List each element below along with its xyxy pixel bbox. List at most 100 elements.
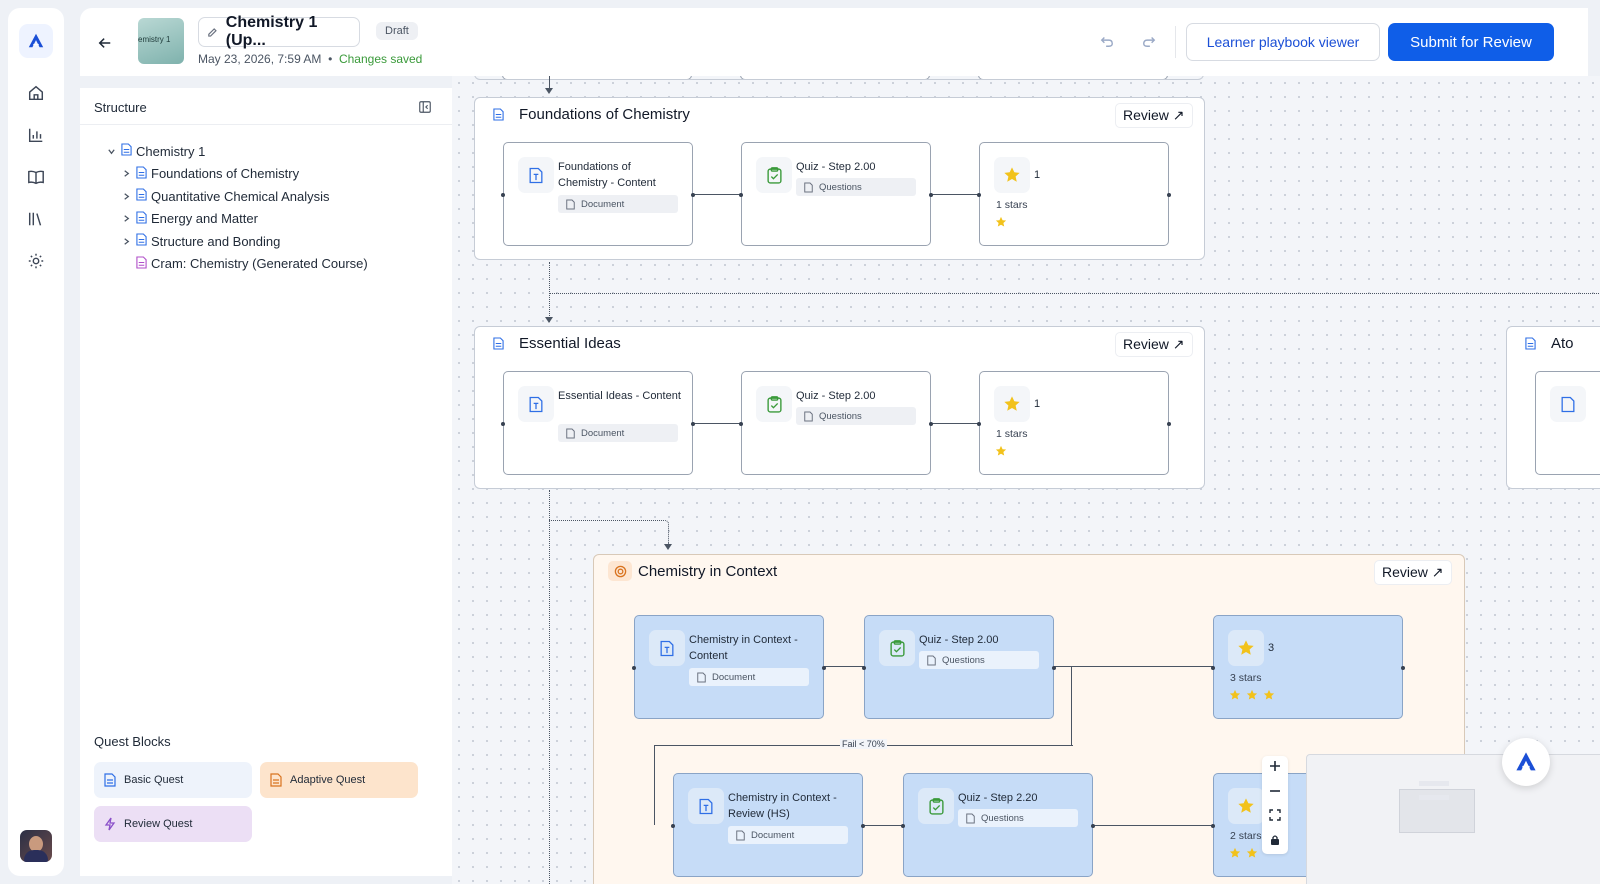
quest-group-partial[interactable]: Ato	[1506, 326, 1600, 489]
quiz-node[interactable]: Quiz - Step 2.20 Questions	[901, 773, 1095, 877]
document-icon	[270, 773, 282, 787]
stars-label: 1 stars	[996, 199, 1028, 211]
stars-label: 1 stars	[996, 428, 1028, 440]
port[interactable]	[632, 666, 636, 670]
port[interactable]	[822, 666, 826, 670]
home-icon[interactable]	[20, 77, 52, 109]
chevron-right-icon[interactable]	[119, 237, 133, 246]
quest-group-essential-ideas[interactable]: Essential Ideas Review ↗ Essential Ideas…	[474, 326, 1205, 489]
review-link[interactable]: Review ↗	[1374, 560, 1452, 585]
assistant-logo-button[interactable]	[1502, 738, 1550, 786]
node-type-label: Document	[581, 427, 625, 439]
lock-icon[interactable]	[1269, 833, 1281, 851]
flow-canvas[interactable]: Foundations of Chemistry Review ↗ Founda…	[452, 76, 1600, 884]
chevron-right-icon[interactable]	[119, 214, 133, 223]
stars-row	[995, 216, 1007, 228]
document-icon	[136, 256, 147, 272]
quiz-node[interactable]: Quiz - Step 2.00 Questions	[739, 371, 933, 475]
collapse-panel-icon[interactable]	[418, 100, 432, 119]
learner-playbook-viewer-button[interactable]: Learner playbook viewer	[1186, 23, 1380, 61]
fit-view-icon[interactable]	[1269, 808, 1281, 826]
quiz-node[interactable]: Quiz - Step 2.00 Questions	[862, 615, 1056, 719]
document-icon	[136, 166, 147, 182]
port[interactable]	[1211, 666, 1215, 670]
port[interactable]	[901, 824, 905, 828]
port[interactable]	[739, 422, 743, 426]
tree-item-structure-bonding[interactable]: Structure and Bonding	[104, 230, 368, 253]
port[interactable]	[671, 824, 675, 828]
content-node[interactable]: Essential Ideas - Content Document	[501, 371, 695, 475]
port[interactable]	[1401, 666, 1405, 670]
structure-panel: Structure Chemistry 1 Foundations of Che…	[80, 88, 452, 876]
stars-node[interactable]: 1 1 stars	[977, 142, 1171, 246]
library-icon[interactable]	[20, 203, 52, 235]
port[interactable]	[1091, 824, 1095, 828]
tree-item-label: Cram: Chemistry (Generated Course)	[151, 256, 368, 272]
port[interactable]	[691, 422, 695, 426]
user-avatar[interactable]	[20, 830, 52, 862]
chevron-down-icon[interactable]	[104, 147, 118, 156]
port[interactable]	[977, 193, 981, 197]
app-logo-icon[interactable]	[19, 24, 53, 58]
stars-row	[1229, 689, 1275, 701]
chevron-right-icon[interactable]	[119, 192, 133, 201]
document-icon	[566, 428, 575, 438]
zoom-out-icon[interactable]	[1269, 784, 1281, 802]
review-content-node[interactable]: Chemistry in Context - Review (HS) Docum…	[671, 773, 865, 877]
book-icon[interactable]	[20, 161, 52, 193]
undo-icon[interactable]	[1100, 34, 1114, 53]
port[interactable]	[501, 193, 505, 197]
port[interactable]	[1211, 824, 1215, 828]
minimap[interactable]	[1306, 754, 1600, 884]
review-quest-block[interactable]: Review Quest	[94, 806, 252, 842]
edge	[823, 666, 864, 667]
port[interactable]	[1167, 193, 1171, 197]
basic-quest-block[interactable]: Basic Quest	[94, 762, 252, 798]
port[interactable]	[862, 666, 866, 670]
group-title: Ato	[1551, 335, 1574, 352]
content-node[interactable]: Chemistry in Context - Content Document	[632, 615, 826, 719]
tree-root-chemistry-1[interactable]: Chemistry 1	[104, 140, 368, 163]
course-thumbnail: emistry 1	[138, 18, 184, 64]
port[interactable]	[739, 193, 743, 197]
port[interactable]	[501, 422, 505, 426]
settings-gear-icon[interactable]	[20, 245, 52, 277]
tree-item-foundations[interactable]: Foundations of Chemistry	[104, 163, 368, 186]
course-thumbnail-text: emistry 1	[138, 35, 171, 44]
node-type-pill: Document	[558, 424, 678, 442]
tree-item-cram[interactable]: Cram: Chemistry (Generated Course)	[104, 253, 368, 276]
redo-icon[interactable]	[1142, 34, 1156, 53]
content-node[interactable]: Foundations of Chemistry - Content Docum…	[501, 142, 695, 246]
quiz-node[interactable]: Quiz - Step 2.00 Questions	[739, 142, 933, 246]
review-quest-label: Review Quest	[124, 818, 193, 830]
stars-node[interactable]: 1 1 stars	[977, 371, 1171, 475]
zoom-in-icon[interactable]	[1269, 759, 1281, 777]
quest-group-foundations[interactable]: Foundations of Chemistry Review ↗ Founda…	[474, 97, 1205, 260]
node-type-pill: Document	[728, 826, 848, 844]
port[interactable]	[1167, 422, 1171, 426]
tree-item-energy[interactable]: Energy and Matter	[104, 208, 368, 231]
content-node[interactable]	[1535, 371, 1600, 475]
review-link[interactable]: Review ↗	[1115, 332, 1193, 357]
course-title-field[interactable]: Chemistry 1 (Up...	[198, 14, 360, 49]
adaptive-quest-block[interactable]: Adaptive Quest	[260, 762, 418, 798]
submit-for-review-button[interactable]: Submit for Review	[1388, 23, 1554, 61]
minimap-block	[1419, 781, 1449, 786]
port[interactable]	[691, 193, 695, 197]
back-arrow-icon[interactable]	[94, 32, 116, 54]
analytics-icon[interactable]	[20, 119, 52, 151]
chevron-right-icon[interactable]	[119, 169, 133, 178]
stars-node[interactable]: 3 3 stars	[1211, 615, 1405, 719]
port[interactable]	[977, 422, 981, 426]
star-icon	[1228, 788, 1264, 824]
status-badge: Draft	[376, 22, 418, 40]
port[interactable]	[861, 824, 865, 828]
panel-divider	[80, 124, 452, 125]
port[interactable]	[929, 193, 933, 197]
port[interactable]	[1052, 666, 1056, 670]
tree-item-label: Quantitative Chemical Analysis	[151, 188, 330, 204]
review-link[interactable]: Review ↗	[1115, 103, 1193, 128]
basic-quest-label: Basic Quest	[124, 774, 184, 786]
port[interactable]	[929, 422, 933, 426]
tree-item-quantitative[interactable]: Quantitative Chemical Analysis	[104, 185, 368, 208]
